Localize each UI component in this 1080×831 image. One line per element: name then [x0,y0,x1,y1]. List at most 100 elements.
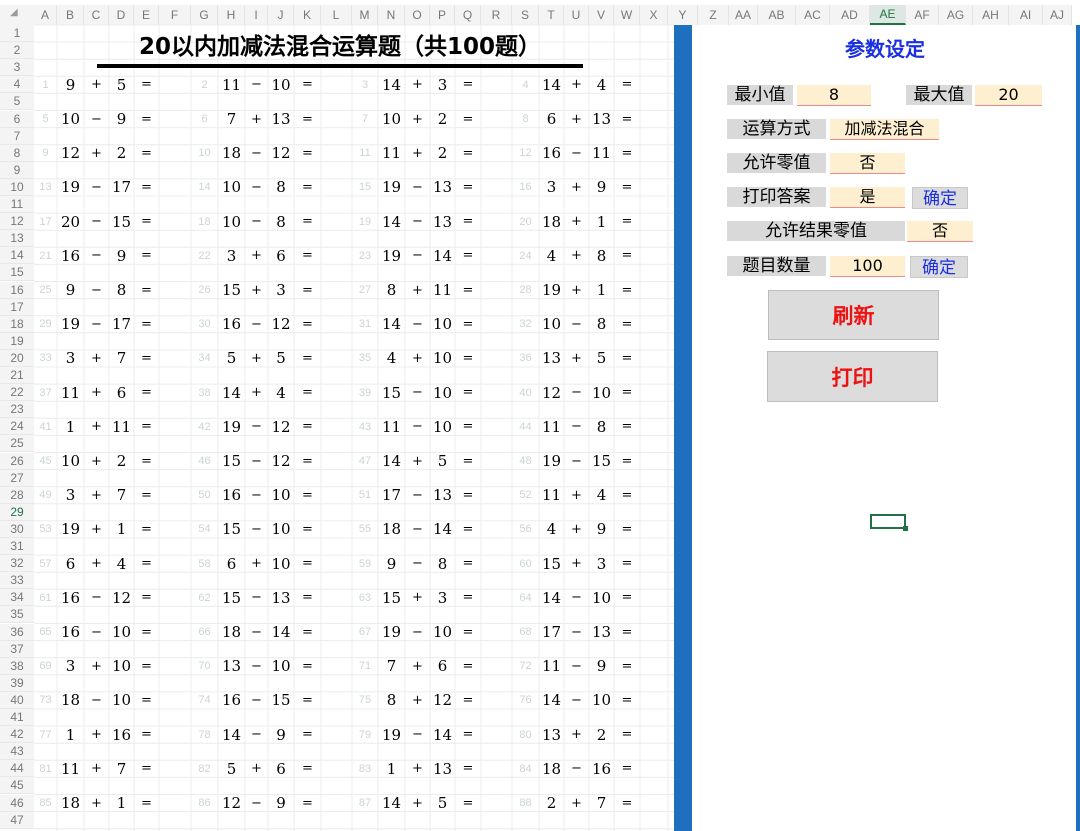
operator[interactable]: + [405,795,430,812]
problem-index[interactable]: 56 [512,521,539,538]
operator[interactable]: − [245,213,268,230]
operator[interactable]: + [245,350,268,367]
operand-a[interactable]: 2 [539,794,564,812]
operator[interactable]: − [245,658,268,675]
operand-b[interactable]: 12 [268,144,294,162]
column-header-ae[interactable]: AE [870,5,906,25]
operator[interactable]: + [84,555,109,572]
operand-b[interactable]: 13 [430,178,455,196]
equals-sign[interactable]: = [614,521,640,538]
equals-sign[interactable]: = [614,418,640,435]
problem-index[interactable]: 69 [34,658,57,675]
problem-index[interactable]: 52 [512,487,539,504]
equals-sign[interactable]: = [134,247,159,264]
operator[interactable]: − [564,453,589,470]
operator[interactable]: − [405,521,430,538]
equals-sign[interactable]: = [134,384,159,401]
operand-a[interactable]: 14 [218,726,245,744]
problem-index[interactable]: 50 [191,487,218,504]
problem-index[interactable]: 15 [352,179,378,196]
operand-b[interactable]: 12 [268,452,294,470]
operator[interactable]: + [84,760,109,777]
operand-a[interactable]: 10 [218,178,245,196]
equals-sign[interactable]: = [455,453,481,470]
equals-sign[interactable]: = [294,213,321,230]
problem-index[interactable]: 81 [34,760,57,777]
equals-sign[interactable]: = [614,384,640,401]
equals-sign[interactable]: = [614,555,640,572]
operator[interactable]: + [405,453,430,470]
problem-index[interactable]: 33 [34,350,57,367]
operator[interactable]: + [245,760,268,777]
problem-index[interactable]: 18 [191,213,218,230]
operand-b[interactable]: 17 [109,178,134,196]
operand-a[interactable]: 6 [218,555,245,573]
problem-index[interactable]: 75 [352,692,378,709]
operator[interactable]: + [84,487,109,504]
problem-index[interactable]: 34 [191,350,218,367]
operand-a[interactable]: 15 [218,452,245,470]
operand-a[interactable]: 10 [57,452,84,470]
operator[interactable]: + [84,658,109,675]
operand-b[interactable]: 10 [430,315,455,333]
operator[interactable]: − [405,624,430,641]
operand-a[interactable]: 15 [378,589,405,607]
problem-index[interactable]: 88 [512,795,539,812]
problem-index[interactable]: 58 [191,555,218,572]
operator[interactable]: − [84,213,109,230]
operand-b[interactable]: 10 [268,486,294,504]
operand-b[interactable]: 10 [589,691,614,709]
operand-a[interactable]: 14 [378,315,405,333]
operator[interactable]: + [245,111,268,128]
operand-a[interactable]: 10 [539,315,564,333]
operator[interactable]: + [84,726,109,743]
operand-a[interactable]: 16 [218,486,245,504]
operand-a[interactable]: 19 [57,178,84,196]
problem-index[interactable]: 66 [191,624,218,641]
operand-a[interactable]: 10 [378,110,405,128]
equals-sign[interactable]: = [294,145,321,162]
equals-sign[interactable]: = [614,179,640,196]
operand-a[interactable]: 14 [378,76,405,94]
problem-index[interactable]: 5 [34,111,57,128]
problem-index[interactable]: 1 [34,76,57,93]
equals-sign[interactable]: = [455,487,481,504]
operand-a[interactable]: 13 [539,726,564,744]
operator[interactable]: − [564,589,589,606]
operand-b[interactable]: 9 [589,178,614,196]
operator[interactable]: − [564,624,589,641]
method-field[interactable]: 加减法混合 [830,119,939,140]
column-header-af[interactable]: AF [906,5,939,25]
operator[interactable]: − [405,247,430,264]
operand-b[interactable]: 8 [109,281,134,299]
operator[interactable]: + [564,487,589,504]
operator[interactable]: + [405,111,430,128]
operator[interactable]: + [564,726,589,743]
equals-sign[interactable]: = [294,521,321,538]
refresh-button[interactable]: 刷新 [768,290,939,340]
operand-b[interactable]: 12 [268,315,294,333]
operand-a[interactable]: 18 [218,623,245,641]
problem-index[interactable]: 36 [512,350,539,367]
operand-a[interactable]: 11 [539,418,564,436]
equals-sign[interactable]: = [294,453,321,470]
problem-index[interactable]: 14 [191,179,218,196]
equals-sign[interactable]: = [134,487,159,504]
operand-a[interactable]: 4 [539,520,564,538]
equals-sign[interactable]: = [614,453,640,470]
problem-index[interactable]: 67 [352,624,378,641]
equals-sign[interactable]: = [294,111,321,128]
operand-b[interactable]: 14 [268,623,294,641]
problem-index[interactable]: 46 [191,453,218,470]
operand-a[interactable]: 14 [378,452,405,470]
operand-b[interactable]: 4 [589,486,614,504]
operand-b[interactable]: 12 [268,418,294,436]
operand-b[interactable]: 15 [589,452,614,470]
problem-index[interactable]: 59 [352,555,378,572]
operand-b[interactable]: 11 [430,281,455,299]
problem-index[interactable]: 16 [512,179,539,196]
operand-b[interactable]: 13 [430,760,455,778]
equals-sign[interactable]: = [455,658,481,675]
problem-index[interactable]: 51 [352,487,378,504]
equals-sign[interactable]: = [614,213,640,230]
